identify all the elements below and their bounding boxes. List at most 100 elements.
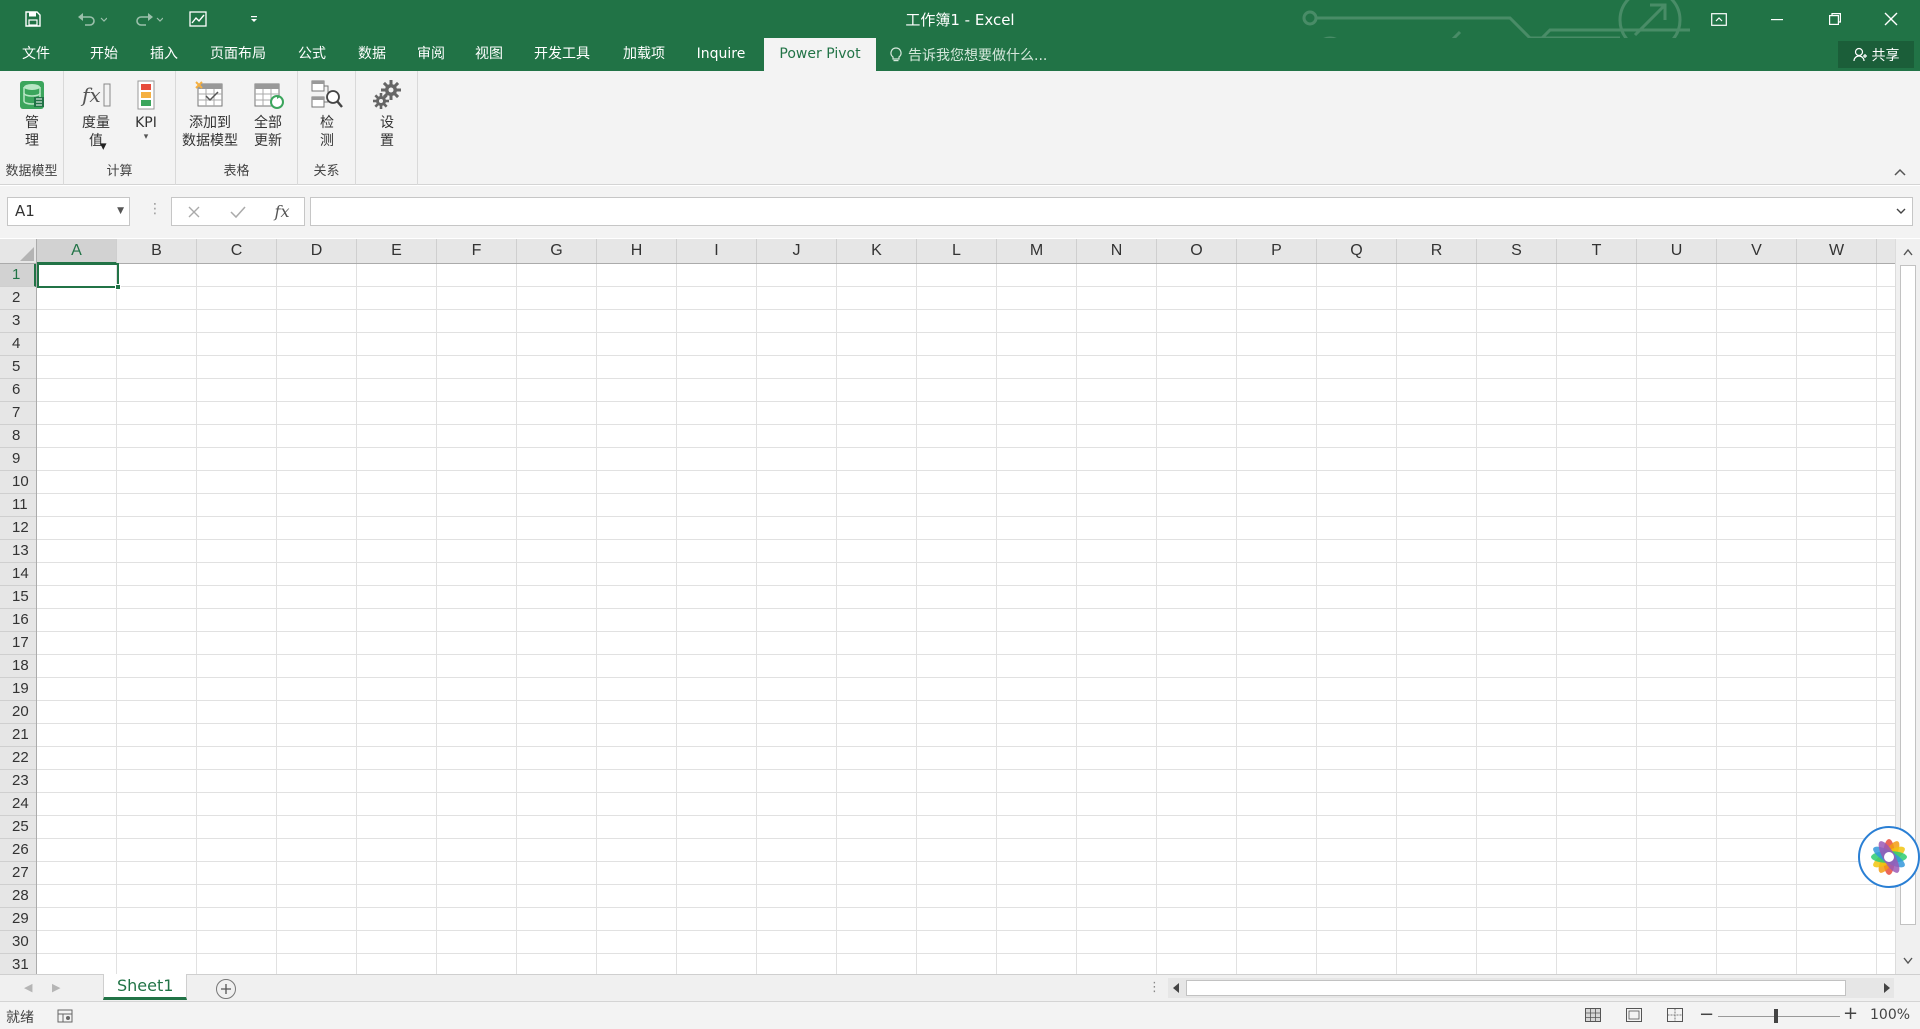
scroll-left-icon[interactable] <box>1170 981 1182 995</box>
select-all-button[interactable] <box>0 239 37 264</box>
tab-formulas[interactable]: 公式 <box>284 38 340 71</box>
tab-insert[interactable]: 插入 <box>136 38 192 71</box>
row-header[interactable]: 4 <box>0 333 36 356</box>
zoom-in-icon[interactable]: + <box>1843 1003 1858 1024</box>
column-header[interactable]: D <box>277 239 357 263</box>
save-button[interactable] <box>20 5 46 33</box>
ribbon-display-options-button[interactable] <box>1696 0 1742 38</box>
row-header[interactable]: 23 <box>0 770 36 793</box>
tab-data[interactable]: 数据 <box>344 38 400 71</box>
tab-add-ins[interactable]: 加载项 <box>608 38 680 71</box>
column-header[interactable]: H <box>597 239 677 263</box>
row-header[interactable]: 1 <box>0 264 36 287</box>
scroll-up-icon[interactable] <box>1901 245 1915 259</box>
row-header[interactable]: 25 <box>0 816 36 839</box>
close-button[interactable] <box>1868 0 1914 38</box>
tab-review[interactable]: 审阅 <box>403 38 459 71</box>
row-header[interactable]: 8 <box>0 425 36 448</box>
row-header[interactable]: 19 <box>0 678 36 701</box>
row-header[interactable]: 26 <box>0 839 36 862</box>
column-header[interactable]: W <box>1797 239 1877 263</box>
column-header[interactable]: L <box>917 239 997 263</box>
horizontal-scroll-thumb[interactable] <box>1186 980 1846 996</box>
customize-qat-button[interactable] <box>244 5 264 33</box>
row-header[interactable]: 22 <box>0 747 36 770</box>
row-header[interactable]: 6 <box>0 379 36 402</box>
scroll-right-icon[interactable] <box>1880 981 1892 995</box>
redo-button[interactable] <box>128 5 168 33</box>
column-header[interactable]: J <box>757 239 837 263</box>
row-header[interactable]: 3 <box>0 310 36 333</box>
confirm-entry-button[interactable] <box>218 198 258 225</box>
zoom-slider-track[interactable] <box>1718 1016 1840 1017</box>
fill-handle[interactable] <box>115 284 121 290</box>
column-header[interactable]: U <box>1637 239 1717 263</box>
row-header[interactable]: 12 <box>0 517 36 540</box>
scroll-down-icon[interactable] <box>1901 954 1915 968</box>
chevron-down-icon[interactable] <box>1896 206 1906 216</box>
active-cell[interactable] <box>37 263 119 288</box>
sheet-tab-sheet1[interactable]: Sheet1 <box>103 974 188 1000</box>
row-header[interactable]: 15 <box>0 586 36 609</box>
row-header[interactable]: 29 <box>0 908 36 931</box>
row-header[interactable]: 27 <box>0 862 36 885</box>
column-header[interactable]: O <box>1157 239 1237 263</box>
add-to-data-model-button[interactable]: 添加到 数据模型 <box>178 77 242 150</box>
row-header[interactable]: 14 <box>0 563 36 586</box>
chart-quick-access-button[interactable] <box>184 5 212 33</box>
restore-button[interactable] <box>1812 0 1858 38</box>
column-header[interactable]: M <box>997 239 1077 263</box>
row-header[interactable]: 20 <box>0 701 36 724</box>
cell-area[interactable] <box>37 264 1895 974</box>
chevron-down-icon[interactable]: ▼ <box>117 198 124 225</box>
tell-me-search[interactable]: 告诉我您想要做什么... <box>890 38 1047 71</box>
row-header[interactable]: 21 <box>0 724 36 747</box>
row-header[interactable]: 28 <box>0 885 36 908</box>
kpi-button[interactable]: KPI ▾ <box>126 77 166 142</box>
column-header[interactable]: P <box>1237 239 1317 263</box>
formula-bar-grip-icon[interactable]: ⋮ <box>148 201 162 217</box>
column-header[interactable]: A <box>37 239 117 264</box>
row-header[interactable]: 16 <box>0 609 36 632</box>
column-header[interactable]: E <box>357 239 437 263</box>
tab-developer[interactable]: 开发工具 <box>522 38 602 71</box>
prev-sheet-icon[interactable]: ◀ <box>24 981 36 995</box>
horizontal-scrollbar[interactable] <box>1168 978 1894 998</box>
tab-power-pivot[interactable]: Power Pivot <box>764 38 876 71</box>
page-break-preview-icon[interactable] <box>1667 1008 1683 1022</box>
undo-button[interactable] <box>72 5 112 33</box>
row-header[interactable]: 2 <box>0 287 36 310</box>
next-sheet-icon[interactable]: ▶ <box>52 981 64 995</box>
formula-input[interactable] <box>310 197 1913 226</box>
column-header[interactable]: S <box>1477 239 1557 263</box>
measures-button[interactable]: fx 度量 值 <box>76 77 116 150</box>
tab-home[interactable]: 开始 <box>76 38 132 71</box>
row-header[interactable]: 5 <box>0 356 36 379</box>
settings-button[interactable]: 设 置 <box>367 77 407 150</box>
zoom-level-text[interactable]: 100% <box>1870 1007 1910 1023</box>
tab-inquire[interactable]: Inquire <box>686 38 756 71</box>
column-header[interactable]: I <box>677 239 757 263</box>
share-button[interactable]: 共享 <box>1838 41 1914 68</box>
collapse-ribbon-icon[interactable] <box>1892 166 1908 178</box>
name-box[interactable]: A1 ▼ <box>7 197 130 226</box>
row-header[interactable]: 13 <box>0 540 36 563</box>
cancel-entry-button[interactable] <box>174 198 214 225</box>
tab-view[interactable]: 视图 <box>461 38 517 71</box>
column-header[interactable]: C <box>197 239 277 263</box>
column-header[interactable]: V <box>1717 239 1797 263</box>
column-header[interactable]: B <box>117 239 197 263</box>
column-header[interactable]: R <box>1397 239 1477 263</box>
page-layout-view-icon[interactable] <box>1626 1008 1642 1022</box>
column-header[interactable]: F <box>437 239 517 263</box>
column-header[interactable]: N <box>1077 239 1157 263</box>
row-header[interactable]: 31 <box>0 954 36 974</box>
column-header[interactable]: G <box>517 239 597 263</box>
row-header[interactable]: 7 <box>0 402 36 425</box>
zoom-out-icon[interactable]: − <box>1699 1004 1714 1025</box>
row-header[interactable]: 10 <box>0 471 36 494</box>
refresh-all-button[interactable]: 全部 更新 <box>246 77 290 150</box>
row-header[interactable]: 17 <box>0 632 36 655</box>
macro-recording-icon[interactable] <box>57 1009 73 1023</box>
row-header[interactable]: 24 <box>0 793 36 816</box>
